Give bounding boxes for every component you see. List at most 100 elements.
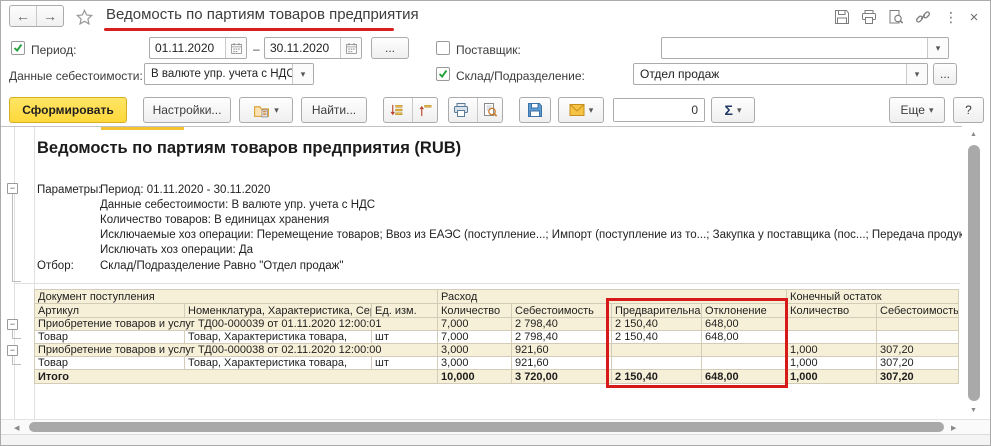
print-window-button[interactable] bbox=[858, 7, 880, 27]
calendar-button[interactable] bbox=[340, 38, 361, 58]
section-divider bbox=[15, 283, 960, 284]
table-cell[interactable] bbox=[876, 317, 960, 331]
table-cell[interactable]: 7,000 bbox=[437, 330, 513, 344]
find-button[interactable]: Найти... bbox=[301, 97, 367, 123]
supplier-dropdown-button[interactable]: ▾ bbox=[927, 38, 948, 58]
more-button[interactable]: Еще ▾ bbox=[889, 97, 945, 123]
collapse-group-button[interactable]: − bbox=[7, 345, 18, 356]
table-cell[interactable] bbox=[786, 330, 878, 344]
report-table-body: Приобретение товаров и услуг ТД00-000039… bbox=[33, 317, 960, 384]
row-header-divider bbox=[14, 127, 15, 419]
table-cell[interactable]: Товар bbox=[34, 356, 185, 370]
table-group-header[interactable]: Документ поступления bbox=[33, 289, 439, 304]
date-from-input[interactable] bbox=[150, 38, 225, 58]
table-cell[interactable]: 3 720,00 bbox=[511, 369, 613, 384]
cost-data-combo[interactable]: В валюте упр. учета с НДС ▾ bbox=[144, 63, 314, 85]
help-button[interactable]: ? bbox=[953, 97, 984, 123]
window-menu-button[interactable]: ⋮ bbox=[940, 7, 962, 27]
warehouse-checkbox[interactable] bbox=[436, 67, 450, 81]
table-cell[interactable]: Приобретение товаров и услуг ТД00-000038… bbox=[33, 343, 439, 357]
table-cell[interactable]: шт bbox=[370, 330, 439, 344]
generate-button[interactable]: Сформировать bbox=[9, 97, 127, 123]
date-to-input[interactable] bbox=[265, 38, 340, 58]
chevron-down-icon: ▾ bbox=[914, 68, 920, 79]
table-cell[interactable]: 307,20 bbox=[876, 369, 960, 384]
column-header[interactable]: Номенклатура, Характеристика, Серия bbox=[184, 303, 372, 318]
calendar-button[interactable] bbox=[225, 38, 246, 58]
period-checkbox[interactable] bbox=[11, 41, 25, 55]
table-cell[interactable]: шт bbox=[370, 356, 439, 370]
sum-value-input[interactable] bbox=[614, 99, 704, 121]
send-email-button[interactable]: ▾ bbox=[558, 97, 604, 123]
supplier-checkbox[interactable] bbox=[436, 41, 450, 55]
sum-indicator[interactable] bbox=[613, 98, 705, 122]
table-cell[interactable]: 921,60 bbox=[511, 356, 613, 370]
table-cell[interactable]: Приобретение товаров и услуг ТД00-000039… bbox=[33, 317, 439, 331]
table-cell[interactable]: 307,20 bbox=[876, 356, 960, 370]
table-cell[interactable]: 1,000 bbox=[786, 356, 878, 370]
table-cell[interactable]: 7,000 bbox=[437, 317, 513, 331]
table-cell[interactable]: 921,60 bbox=[511, 343, 613, 357]
column-header[interactable]: Себестоимость bbox=[511, 303, 613, 318]
table-cell[interactable]: 1,000 bbox=[786, 369, 878, 384]
back-button[interactable]: ← bbox=[10, 6, 37, 26]
table-cell[interactable]: Итого bbox=[33, 369, 439, 384]
column-header[interactable]: Себестоимость bbox=[876, 303, 960, 318]
get-link-button[interactable] bbox=[912, 7, 934, 27]
table-cell[interactable]: 3,000 bbox=[437, 343, 513, 357]
table-cell[interactable]: 2 798,40 bbox=[511, 317, 613, 331]
column-header[interactable]: Артикул bbox=[34, 303, 185, 318]
more-label: Еще bbox=[900, 103, 925, 117]
date-from-field[interactable] bbox=[149, 37, 247, 59]
column-header[interactable]: Ед. изм. bbox=[370, 303, 439, 318]
favorite-button[interactable] bbox=[73, 6, 95, 28]
scroll-up-icon[interactable]: ▲ bbox=[970, 131, 977, 138]
report-variants-button[interactable]: ▾ bbox=[239, 97, 293, 123]
table-cell[interactable]: 307,20 bbox=[876, 343, 960, 357]
star-icon bbox=[75, 8, 93, 25]
print-preview-button[interactable] bbox=[477, 98, 502, 122]
table-cell[interactable]: Товар, Характеристика товара, bbox=[184, 356, 372, 370]
warehouse-dropdown-button[interactable]: ▾ bbox=[906, 64, 927, 84]
vertical-scrollbar[interactable]: ▲ ▼ bbox=[963, 130, 985, 418]
cost-data-dropdown-button[interactable]: ▾ bbox=[292, 64, 313, 84]
warehouse-label: Склад/Подразделение: bbox=[456, 69, 585, 83]
date-to-field[interactable] bbox=[264, 37, 362, 59]
table-cell[interactable]: 2 798,40 bbox=[511, 330, 613, 344]
table-cell[interactable] bbox=[876, 330, 960, 344]
table-cell[interactable]: 10,000 bbox=[437, 369, 513, 384]
collapse-group-button[interactable]: − bbox=[7, 319, 18, 330]
horizontal-scrollbar[interactable]: ◀ ▶ bbox=[1, 419, 990, 434]
table-cell[interactable]: Товар bbox=[34, 330, 185, 344]
collapse-groups-button[interactable] bbox=[412, 98, 437, 122]
column-header[interactable]: Количество bbox=[786, 303, 878, 318]
table-cell[interactable]: Товар, Характеристика товара, bbox=[184, 330, 372, 344]
preview-window-button[interactable] bbox=[885, 7, 907, 27]
horizontal-scrollbar-thumb[interactable] bbox=[29, 422, 944, 432]
table-group-header[interactable]: Конечный остаток bbox=[786, 289, 960, 304]
close-button[interactable]: × bbox=[963, 7, 985, 27]
expand-groups-button[interactable] bbox=[384, 98, 408, 122]
vertical-scrollbar-thumb[interactable] bbox=[968, 145, 980, 401]
scroll-left-icon[interactable]: ◀ bbox=[14, 424, 19, 432]
warehouse-combo[interactable]: Отдел продаж ▾ bbox=[633, 63, 928, 85]
save-window-button[interactable] bbox=[831, 7, 853, 27]
forward-button[interactable]: → bbox=[37, 6, 63, 26]
column-header[interactable]: Количество bbox=[437, 303, 513, 318]
settings-button[interactable]: Настройки... bbox=[143, 97, 231, 123]
table-cell[interactable] bbox=[786, 317, 878, 331]
scroll-right-icon[interactable]: ▶ bbox=[951, 424, 956, 432]
table-cell[interactable]: 3,000 bbox=[437, 356, 513, 370]
autosum-button[interactable]: Σ ▾ bbox=[711, 97, 755, 123]
printer-icon bbox=[454, 103, 469, 117]
table-cell[interactable]: 1,000 bbox=[786, 343, 878, 357]
supplier-input[interactable] bbox=[662, 38, 927, 58]
collapse-group-button[interactable]: − bbox=[7, 183, 18, 194]
scroll-down-icon[interactable]: ▼ bbox=[970, 407, 977, 414]
print-button[interactable] bbox=[449, 98, 473, 122]
supplier-combo[interactable]: ▾ bbox=[661, 37, 949, 59]
period-more-button[interactable]: ... bbox=[371, 37, 409, 59]
collapse-groups-icon bbox=[419, 104, 432, 116]
warehouse-more-button[interactable]: ... bbox=[933, 63, 957, 85]
save-result-button[interactable] bbox=[519, 97, 551, 123]
